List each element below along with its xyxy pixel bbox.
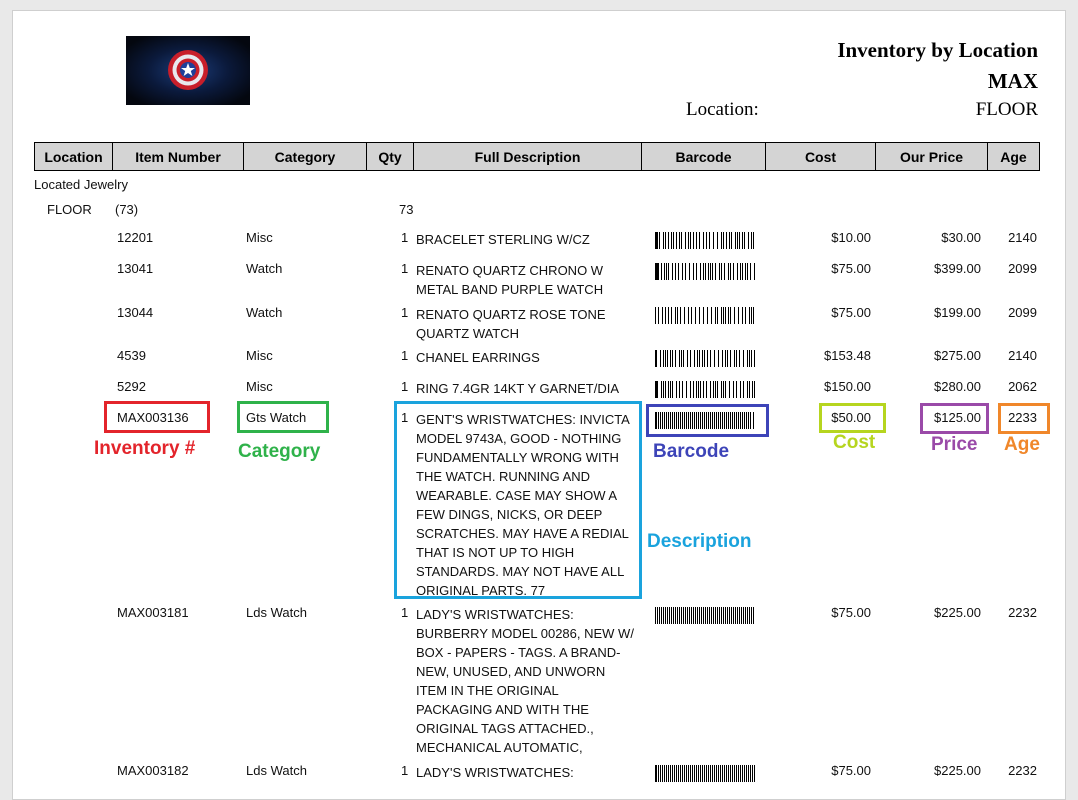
age-annotation: Age: [1004, 434, 1040, 455]
item-cost: $153.48: [824, 348, 871, 363]
item-price: $225.00: [934, 605, 981, 620]
item-number: 5292: [117, 379, 146, 394]
item-number: MAX003182: [117, 763, 189, 778]
item-price: $280.00: [934, 379, 981, 394]
group-count: (73): [115, 202, 139, 217]
barcode-icon: [655, 263, 755, 280]
item-cost: $75.00: [831, 261, 871, 276]
item-description: RENATO QUARTZ ROSE TONE QUARTZ WATCH: [416, 307, 606, 341]
cost-highlight-box: [819, 403, 886, 433]
column-header-full-description: Full Description: [414, 142, 642, 171]
shield-icon: [168, 50, 208, 90]
group-qty-total: 73: [399, 202, 414, 217]
barcode-icon: [655, 232, 754, 249]
item-age: 2232: [1008, 763, 1037, 778]
category-highlight-box: [237, 401, 329, 433]
item-category: Watch: [246, 261, 283, 276]
barcode-icon: [655, 765, 755, 782]
inventory-highlight-box: [104, 401, 210, 433]
item-category: Watch: [246, 305, 283, 320]
captain-shield-logo: [126, 36, 250, 105]
price-highlight-box: [920, 403, 989, 434]
cost-annotation: Cost: [833, 432, 876, 453]
item-number: 4539: [117, 348, 146, 363]
section-label: Located Jewelry: [34, 177, 128, 192]
column-header-our-price: Our Price: [876, 142, 988, 171]
item-age: 2140: [1008, 230, 1037, 245]
item-number: MAX003181: [117, 605, 189, 620]
barcode-icon: [655, 307, 754, 324]
category-annotation: Category: [238, 441, 321, 462]
report-title: Inventory by Location: [837, 38, 1038, 62]
item-price: $225.00: [934, 763, 981, 778]
barcode-annotation: Barcode: [653, 441, 730, 462]
price-annotation: Price: [931, 434, 978, 455]
column-header-location: Location: [34, 142, 113, 171]
item-description: CHANEL EARRINGS: [416, 350, 540, 365]
report-page: Inventory by Location MAX Location: FLOO…: [12, 10, 1066, 800]
item-price: $275.00: [934, 348, 981, 363]
column-header-age: Age: [988, 142, 1040, 171]
item-age: 2062: [1008, 379, 1037, 394]
item-qty: 1: [401, 605, 409, 620]
item-cost: $75.00: [831, 763, 871, 778]
description-highlight-box: [394, 401, 642, 599]
item-category: Misc: [246, 379, 273, 394]
item-qty: 1: [401, 261, 409, 276]
item-qty: 1: [401, 305, 409, 320]
item-cost: $10.00: [831, 230, 871, 245]
column-header-barcode: Barcode: [642, 142, 766, 171]
inventory-annotation: Inventory #: [94, 438, 196, 459]
item-description: RENATO QUARTZ CHRONO W METAL BAND PURPLE…: [416, 263, 604, 297]
item-number: 12201: [117, 230, 154, 245]
barcode-icon: [655, 381, 755, 398]
barcode-highlight-box: [646, 404, 769, 437]
item-description: RING 7.4GR 14KT Y GARNET/DIA: [416, 381, 620, 396]
item-cost: $150.00: [824, 379, 871, 394]
item-age: 2099: [1008, 261, 1037, 276]
age-highlight-box: [998, 403, 1050, 434]
location-value: FLOOR: [975, 99, 1038, 120]
item-qty: 1: [401, 763, 409, 778]
item-description: LADY'S WRISTWATCHES: BURBERRY MODEL 0028…: [416, 607, 634, 755]
item-age: 2099: [1008, 305, 1037, 320]
item-cost: $75.00: [831, 605, 871, 620]
column-header-cost: Cost: [766, 142, 876, 171]
item-number: 13041: [117, 261, 154, 276]
item-price: $30.00: [941, 230, 981, 245]
item-category: Misc: [246, 230, 273, 245]
column-header-qty: Qty: [367, 142, 414, 171]
description-annotation: Description: [647, 531, 752, 552]
group-location: FLOOR: [47, 202, 92, 217]
item-category: Lds Watch: [246, 763, 307, 778]
item-description: LADY'S WRISTWATCHES:: [416, 765, 574, 780]
location-label: Location:: [686, 99, 759, 120]
item-qty: 1: [401, 379, 409, 394]
item-cost: $75.00: [831, 305, 871, 320]
item-qty: 1: [401, 348, 409, 363]
item-age: 2140: [1008, 348, 1037, 363]
barcode-icon: [655, 350, 755, 367]
item-category: Lds Watch: [246, 605, 307, 620]
item-number: 13044: [117, 305, 154, 320]
item-category: Misc: [246, 348, 273, 363]
column-header-category: Category: [244, 142, 367, 171]
column-header-item-number: Item Number: [113, 142, 244, 171]
barcode-icon: [655, 607, 754, 624]
item-description: BRACELET STERLING W/CZ: [416, 232, 590, 247]
item-age: 2232: [1008, 605, 1037, 620]
item-qty: 1: [401, 230, 409, 245]
item-price: $399.00: [934, 261, 981, 276]
item-price: $199.00: [934, 305, 981, 320]
store-name: MAX: [987, 69, 1038, 93]
